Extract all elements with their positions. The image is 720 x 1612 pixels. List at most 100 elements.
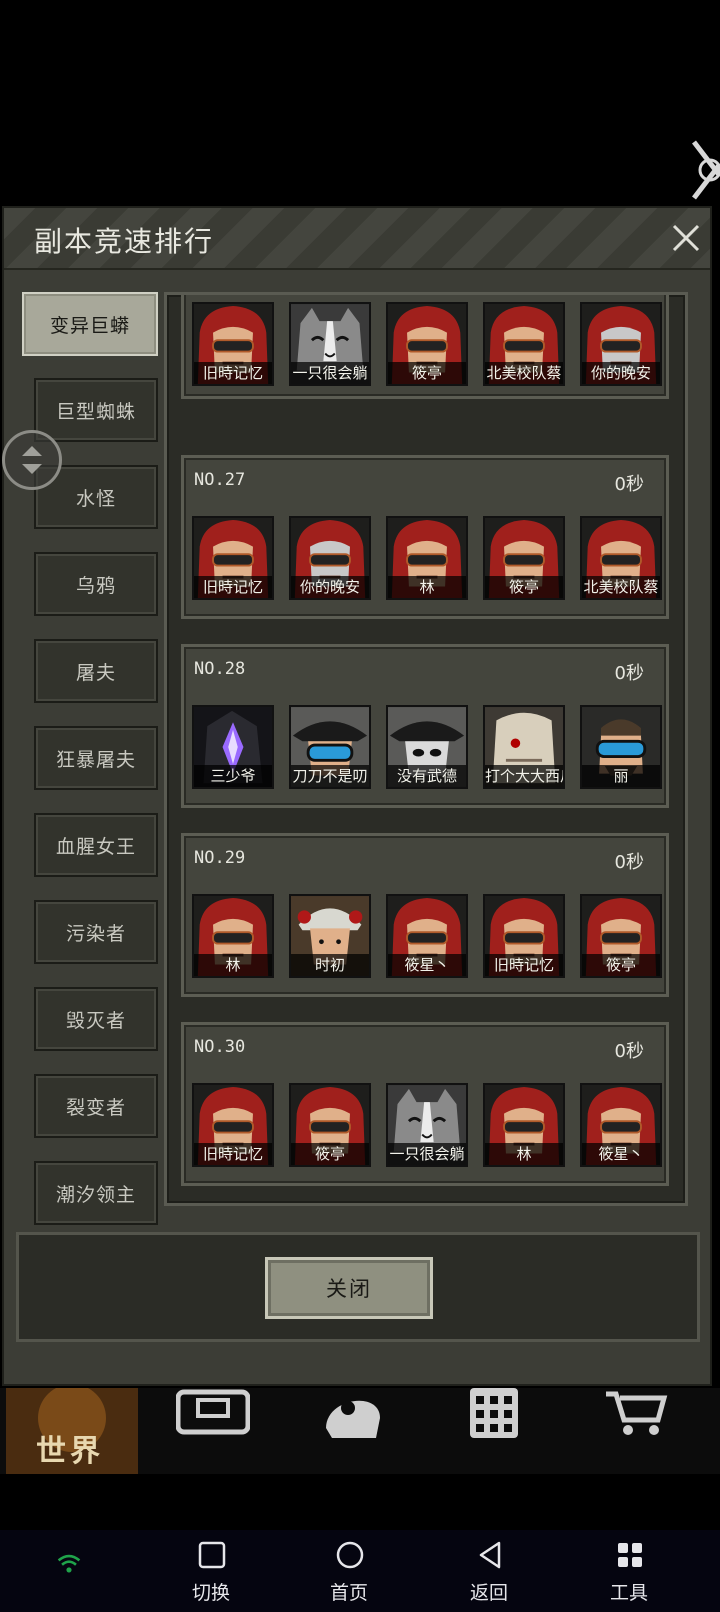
rank-number: NO.30 — [194, 1037, 246, 1057]
player-name: 旧時记忆 — [485, 954, 563, 976]
wifi-icon — [57, 1554, 81, 1573]
rank-time: 0秒 — [614, 1041, 644, 1062]
player-avatar[interactable]: 你的晚安 — [289, 516, 371, 600]
triangle-icon — [479, 1541, 501, 1569]
player-avatar[interactable]: 筱亭 — [289, 1083, 371, 1167]
wifi-status — [26, 1530, 116, 1612]
player-avatar[interactable]: 旧時记忆 — [192, 1083, 274, 1167]
player-avatar[interactable]: 北美校队蔡 — [483, 302, 565, 386]
rank-card: NO.27 0秒 旧時记忆 你的晚安 林 筱亭 北美校队蔡 — [181, 455, 669, 619]
player-name: 一只很会躺 — [388, 1143, 466, 1165]
game-bottom-nav: 世界 — [0, 1388, 720, 1474]
player-name: 一只很会躺 — [291, 362, 369, 384]
dialog-footer: 关闭 — [16, 1232, 700, 1342]
player-name: 筱星丶 — [388, 954, 466, 976]
player-avatar[interactable]: 三少爷 — [192, 705, 274, 789]
back-button[interactable]: 返回 — [444, 1530, 534, 1612]
rank-number: NO.28 — [194, 659, 246, 679]
rank-number: NO.27 — [194, 470, 246, 490]
rank-card-header: NO.27 0秒 — [184, 458, 666, 510]
world-tab[interactable]: 世界 — [6, 1388, 138, 1474]
player-avatar[interactable]: 时初 — [289, 894, 371, 978]
player-avatar[interactable]: 一只很会躺 — [386, 1083, 468, 1167]
player-name: 旧時记忆 — [194, 1143, 272, 1165]
player-avatar[interactable]: 林 — [386, 516, 468, 600]
player-avatar[interactable]: 你的晚安 — [580, 302, 662, 386]
home-button[interactable]: 首页 — [304, 1530, 394, 1612]
home-label: 首页 — [329, 1582, 368, 1604]
close-button[interactable]: 关闭 — [265, 1257, 433, 1319]
sidebar-tab[interactable]: 变异巨蟒 — [22, 292, 158, 356]
rank-card: NO.29 0秒 林 时初 筱星丶 旧時记忆 筱亭 — [181, 833, 669, 997]
player-avatar[interactable]: 北美校队蔡 — [580, 516, 662, 600]
switch-button[interactable]: 切换 — [166, 1530, 256, 1612]
player-avatar[interactable]: 刀刀不是叨 — [289, 705, 371, 789]
rank-card: NO.30 0秒 旧時记忆 筱亭 一只很会躺 林 筱星丶 — [181, 1022, 669, 1186]
close-icon[interactable] — [666, 218, 706, 258]
player-name: 林 — [388, 576, 466, 598]
player-avatar[interactable]: 筱亭 — [386, 302, 468, 386]
player-name: 林 — [194, 954, 272, 976]
player-name: 刀刀不是叨 — [291, 765, 369, 787]
player-avatar[interactable]: 林 — [483, 1083, 565, 1167]
dialog-title: 副本竞速排行 — [34, 225, 215, 258]
player-name: 三少爷 — [194, 765, 272, 787]
ranking-list[interactable]: 旧時记忆 一只很会躺 筱亭 北美校队蔡 你的晚安 NO.27 0秒 旧時记忆 你… — [164, 292, 688, 1206]
tools-button[interactable]: 工具 — [584, 1530, 674, 1612]
player-name: 筱亭 — [485, 576, 563, 598]
player-avatar[interactable]: 筱亭 — [483, 516, 565, 600]
player-avatar[interactable]: 丽 — [580, 705, 662, 789]
player-avatar[interactable]: 旧時记忆 — [192, 302, 274, 386]
scroll-handle[interactable] — [2, 430, 62, 490]
rank-card: 旧時记忆 一只很会躺 筱亭 北美校队蔡 你的晚安 — [181, 295, 669, 399]
rank-card-header: NO.28 0秒 — [184, 647, 666, 699]
player-avatar[interactable]: 筱亭 — [580, 894, 662, 978]
player-avatar[interactable]: 打个大大西瓜 — [483, 705, 565, 789]
player-name: 筱亭 — [291, 1143, 369, 1165]
rank-time: 0秒 — [614, 852, 644, 873]
player-name: 筱亭 — [388, 362, 466, 384]
system-nav-bar: 切换 首页 返回 工具 — [0, 1530, 720, 1612]
player-name: 你的晚安 — [582, 362, 660, 384]
rank-card-header: NO.30 0秒 — [184, 1025, 666, 1077]
sidebar-tab[interactable]: 裂变者 — [34, 1074, 158, 1138]
sidebar-tab[interactable]: 屠夫 — [34, 639, 158, 703]
crossed-tools-icon[interactable] — [690, 136, 720, 206]
player-avatar[interactable]: 筱星丶 — [580, 1083, 662, 1167]
sidebar-tab[interactable]: 污染者 — [34, 900, 158, 964]
player-avatar[interactable]: 筱星丶 — [386, 894, 468, 978]
player-name: 你的晚安 — [291, 576, 369, 598]
player-name: 林 — [485, 1143, 563, 1165]
sidebar-tab[interactable]: 狂暴屠夫 — [34, 726, 158, 790]
player-name: 丽 — [582, 765, 660, 787]
player-name: 北美校队蔡 — [582, 576, 660, 598]
rank-time: 0秒 — [614, 474, 644, 495]
player-name: 没有武德 — [388, 765, 466, 787]
player-name: 筱星丶 — [582, 1143, 660, 1165]
tools-label: 工具 — [609, 1582, 648, 1604]
rank-card-header: NO.29 0秒 — [184, 836, 666, 888]
player-avatar[interactable]: 旧時记忆 — [483, 894, 565, 978]
player-avatar[interactable]: 没有武德 — [386, 705, 468, 789]
player-name: 旧時记忆 — [194, 362, 272, 384]
sidebar-tab[interactable]: 血腥女王 — [34, 813, 158, 877]
circle-icon — [336, 1541, 364, 1569]
sidebar-tab[interactable]: 乌鸦 — [34, 552, 158, 616]
player-name: 北美校队蔡 — [485, 362, 563, 384]
grid-icon — [618, 1543, 642, 1567]
building-icon[interactable] — [466, 1388, 522, 1474]
sidebar-tab[interactable]: 潮汐领主 — [34, 1161, 158, 1225]
player-avatar[interactable]: 林 — [192, 894, 274, 978]
switch-label: 切换 — [191, 1582, 230, 1604]
cart-icon[interactable] — [604, 1388, 668, 1474]
sidebar-tab[interactable]: 毁灭者 — [34, 987, 158, 1051]
head-gear-icon[interactable] — [320, 1388, 386, 1474]
square-icon — [198, 1541, 226, 1569]
rank-number: NO.29 — [194, 848, 246, 868]
player-avatar[interactable]: 旧時记忆 — [192, 516, 274, 600]
player-name: 旧時记忆 — [194, 576, 272, 598]
player-avatar[interactable]: 一只很会躺 — [289, 302, 371, 386]
rank-card: NO.28 0秒 三少爷 刀刀不是叨 没有武德 打个大大西瓜 丽 — [181, 644, 669, 808]
speed-ranking-dialog: 副本竞速排行 变异巨蟒 巨型蜘蛛 水怪 乌鸦 屠夫 狂暴屠夫 血腥女王 污染者 毁灭者 裂变者 潮汐… — [2, 206, 712, 1386]
backpack-icon[interactable] — [176, 1388, 250, 1474]
